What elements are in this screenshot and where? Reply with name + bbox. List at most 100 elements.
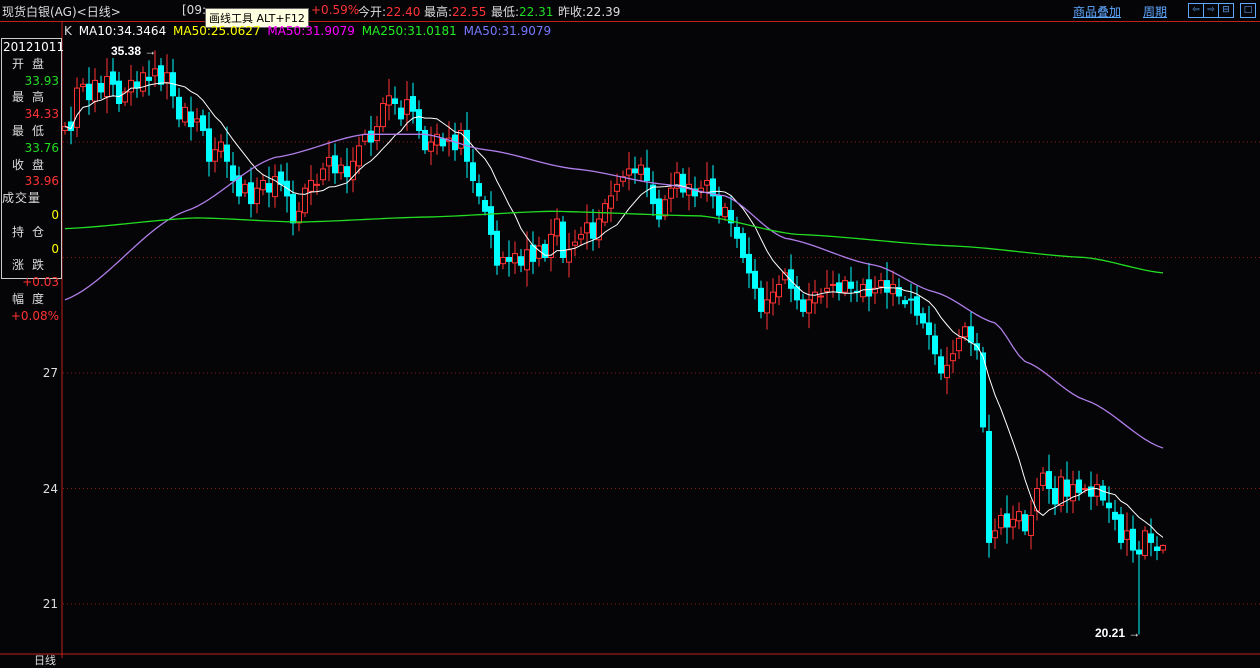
legend-ma50-blue: MA50:31.9079 xyxy=(463,24,552,38)
info-pct-label: 幅度 xyxy=(12,291,53,306)
candle-up xyxy=(1028,514,1034,536)
candle-up xyxy=(254,187,260,205)
candle-down xyxy=(800,299,806,312)
candle-down xyxy=(848,281,854,289)
info-volume: 0 xyxy=(51,207,59,222)
candle-up xyxy=(1142,530,1148,556)
candle-down xyxy=(758,287,764,312)
info-high: 34.33 xyxy=(24,107,59,122)
candle-down xyxy=(224,144,230,162)
min-price-annotation: 20.21 → xyxy=(1095,626,1140,640)
candle-down xyxy=(656,198,662,220)
candle-up xyxy=(998,514,1004,529)
info-pct: +0.08% xyxy=(10,308,59,323)
candle-up xyxy=(596,218,602,241)
candle-down xyxy=(488,206,494,235)
candle-down xyxy=(752,270,758,289)
candle-up xyxy=(80,83,86,88)
candle-down xyxy=(248,182,254,205)
candle-down xyxy=(1106,502,1112,509)
candle-up xyxy=(812,291,818,304)
candle-down xyxy=(1004,513,1010,528)
candle-down xyxy=(1046,471,1052,489)
candle-up xyxy=(578,233,584,240)
candle-up xyxy=(824,287,830,292)
candlestick-chart[interactable]: 35.38 → 20.21 → xyxy=(0,0,1260,658)
candle-up xyxy=(74,87,80,128)
candle-down xyxy=(920,313,926,324)
footer-label: 日线 xyxy=(34,654,56,667)
candle-down xyxy=(926,322,932,336)
candle-down xyxy=(518,256,524,266)
ma-legend: K MA10:34.3464 MA50:25.0627 MA50:31.9079… xyxy=(64,24,554,38)
candle-up xyxy=(584,222,590,234)
candle-down xyxy=(344,166,350,178)
candle-down xyxy=(1076,479,1082,493)
candle-up xyxy=(260,180,266,191)
candle-down xyxy=(938,356,944,374)
candle-up xyxy=(668,187,674,199)
info-change: +0.03 xyxy=(22,275,59,290)
candle-up xyxy=(572,241,578,246)
candle-down xyxy=(986,431,992,543)
candle-up xyxy=(374,126,380,141)
candle-down xyxy=(1022,514,1028,532)
candle-up xyxy=(806,299,812,314)
candle-down xyxy=(98,82,104,93)
info-close-label: 收盘 xyxy=(12,157,53,172)
candle-down xyxy=(1130,528,1136,551)
candle-up xyxy=(614,183,620,192)
candle-down xyxy=(866,279,872,297)
info-panel: 20121011 开盘 33.93 最高 34.33 最低 33.76 收盘 3… xyxy=(1,38,65,323)
candle-up xyxy=(566,249,572,263)
y-tick-label: 24 xyxy=(42,482,58,496)
candle-down xyxy=(1148,533,1154,543)
candle-down xyxy=(278,171,284,185)
candle-down xyxy=(134,81,140,89)
candle-up xyxy=(818,295,824,298)
candle-down xyxy=(230,165,236,181)
candle-up xyxy=(152,68,158,77)
info-date: 20121011 xyxy=(3,40,65,54)
candle-down xyxy=(1118,514,1124,543)
candle-up xyxy=(218,141,224,152)
candle-down xyxy=(68,121,74,131)
candle-down xyxy=(1064,479,1070,497)
candle-up xyxy=(1124,530,1130,540)
candle-down xyxy=(908,298,914,301)
candle-down xyxy=(176,96,182,120)
info-oi-label: 持仓 xyxy=(12,224,53,239)
candle-up xyxy=(992,530,998,539)
candle-down xyxy=(902,300,908,305)
candle-down xyxy=(968,326,974,343)
candle-down xyxy=(116,80,122,104)
candle-down xyxy=(398,107,404,120)
candle-down xyxy=(188,111,194,128)
candle-down xyxy=(368,130,374,143)
candle-down xyxy=(440,138,446,147)
candle-down xyxy=(86,83,92,101)
candle-down xyxy=(932,335,938,355)
candle-down xyxy=(200,115,206,131)
candle-down xyxy=(740,233,746,259)
candle-up xyxy=(338,164,344,174)
candle-down xyxy=(410,96,416,112)
legend-ma250: MA250:31.0181 xyxy=(361,24,457,38)
candle-up xyxy=(878,280,884,288)
candle-up xyxy=(890,283,896,295)
candle-up xyxy=(662,199,668,217)
candle-up xyxy=(842,280,848,293)
candle-up xyxy=(1094,484,1100,497)
info-close: 33.96 xyxy=(24,174,59,189)
candle-up xyxy=(770,291,776,304)
candle-up xyxy=(500,257,506,265)
candle-up xyxy=(404,99,410,115)
candle-up xyxy=(428,141,434,152)
candle-up xyxy=(314,183,320,186)
ma50-line xyxy=(64,133,1164,449)
candle-down xyxy=(416,109,422,131)
candle-down xyxy=(392,98,398,104)
candle-up xyxy=(764,299,770,314)
candle-up xyxy=(302,187,308,214)
candle-up xyxy=(950,353,956,362)
